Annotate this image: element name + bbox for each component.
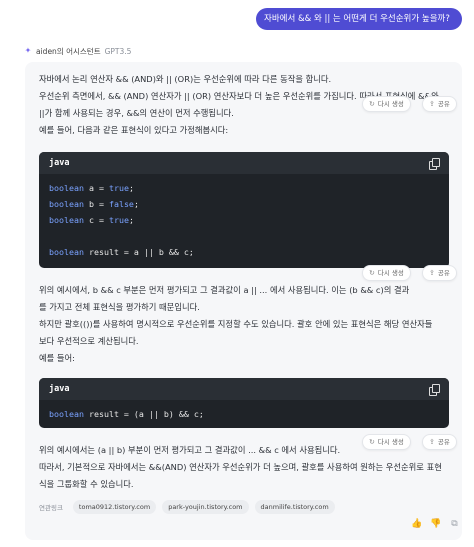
code-keyword: boolean: [49, 247, 84, 257]
refresh-icon: ↻: [369, 100, 375, 108]
answer-explain-1: 위의 예시에서, b && c 부분은 먼저 평가되고 그 결과값이 a || …: [39, 282, 449, 367]
answer-text-line: 따라서, 기본적으로 자바에서는 &&(AND) 연산자가 우선순위가 더 높으…: [39, 462, 442, 472]
source-link-chip[interactable]: park-youjin.tistory.com: [162, 500, 249, 514]
answer-text-line: 예를 들어:: [39, 353, 75, 363]
assistant-header: ✦ aiden의 어시스턴트 GPT3.5: [24, 45, 132, 57]
assistant-name: aiden의 어시스턴트: [36, 46, 101, 56]
code-line: boolean result = a || b && c;: [49, 247, 194, 257]
code-line: boolean result = (a || b) && c;: [49, 409, 204, 419]
regenerate-label: 다시 생성: [377, 100, 404, 108]
code-header: java: [39, 378, 449, 400]
code-keyword: boolean: [49, 215, 84, 225]
code-body: boolean result = (a || b) && c;: [39, 400, 449, 428]
share-icon: ⇪: [429, 100, 435, 108]
answer-text-line: 보다 우선적으로 계산됩니다.: [39, 336, 139, 346]
code-literal: false: [108, 199, 134, 209]
share-label: 공유: [437, 269, 450, 277]
copy-icon[interactable]: [429, 158, 440, 170]
code-line: boolean b = false;: [49, 199, 139, 209]
answer-text-line: 하지만 괄호(())를 사용하여 명시적으로 우선순위를 지정할 수도 있습니다…: [39, 319, 433, 329]
code-literal: true: [108, 215, 129, 225]
answer-text-line: 식을 그룹화할 수 있습니다.: [39, 479, 134, 489]
answer-text-line: 자바에서 논리 연산자 && (AND)와 || (OR)는 우선순위에 따라 …: [39, 74, 332, 84]
user-message-bubble: 자바에서 && 와 || 는 어떤게 더 우선순위가 높을까?: [256, 8, 462, 30]
code-block-1: java boolean a = true; boolean b = false;…: [39, 152, 449, 268]
copy-answer-icon[interactable]: ⧉: [449, 519, 460, 530]
sparkle-icon: ✦: [24, 46, 32, 55]
code-line: boolean a = true;: [49, 183, 134, 193]
thumbs-up-icon[interactable]: 👍: [411, 519, 422, 530]
code-line: boolean c = true;: [49, 215, 134, 225]
code-keyword: boolean: [49, 409, 84, 419]
share-label: 공유: [437, 100, 450, 108]
copy-icon[interactable]: [429, 384, 440, 396]
answer-text-line: 를 가지고 전체 표현식을 평가하기 때문입니다.: [39, 302, 200, 312]
source-link-chip[interactable]: toma0912.tistory.com: [72, 500, 157, 514]
answer-explain-2: 위의 예시에서는 (a || b) 부분이 먼저 평가되고 그 결과값이 ...…: [39, 442, 449, 493]
code-header: java: [39, 152, 449, 174]
share-button[interactable]: ⇪ 공유: [422, 96, 457, 112]
code-body: boolean a = true; boolean b = false; boole…: [39, 174, 449, 266]
feedback-bar: 👍 👎 ⧉: [411, 519, 460, 530]
answer-text-line: 예를 들어, 다음과 같은 표현식이 있다고 가정해봅시다:: [39, 125, 229, 135]
related-links-label: 연관링크: [39, 504, 63, 512]
code-literal: true: [108, 183, 129, 193]
regenerate-label: 다시 생성: [377, 269, 404, 277]
related-links: 연관링크 toma0912.tistory.com park-youjin.ti…: [39, 500, 335, 514]
thumbs-down-icon[interactable]: 👎: [430, 519, 441, 530]
regenerate-button[interactable]: ↻ 다시 생성: [362, 265, 411, 281]
share-icon: ⇪: [429, 269, 435, 277]
source-link-chip[interactable]: danmilife.tistory.com: [254, 500, 335, 514]
answer-text-line: 위의 예시에서는 (a || b) 부분이 먼저 평가되고 그 결과값이 ...…: [39, 445, 341, 455]
refresh-icon: ↻: [369, 269, 375, 277]
code-language: java: [49, 158, 70, 168]
code-keyword: boolean: [49, 199, 84, 209]
code-keyword: boolean: [49, 183, 84, 193]
share-button[interactable]: ⇪ 공유: [422, 265, 457, 281]
code-block-2: java boolean result = (a || b) && c;: [39, 378, 449, 428]
answer-text-line: 위의 예시에서, b && c 부분은 먼저 평가되고 그 결과값이 a || …: [39, 285, 410, 295]
code-language: java: [49, 384, 70, 394]
regenerate-button[interactable]: ↻ 다시 생성: [362, 96, 411, 112]
assistant-model: GPT3.5: [104, 46, 132, 56]
